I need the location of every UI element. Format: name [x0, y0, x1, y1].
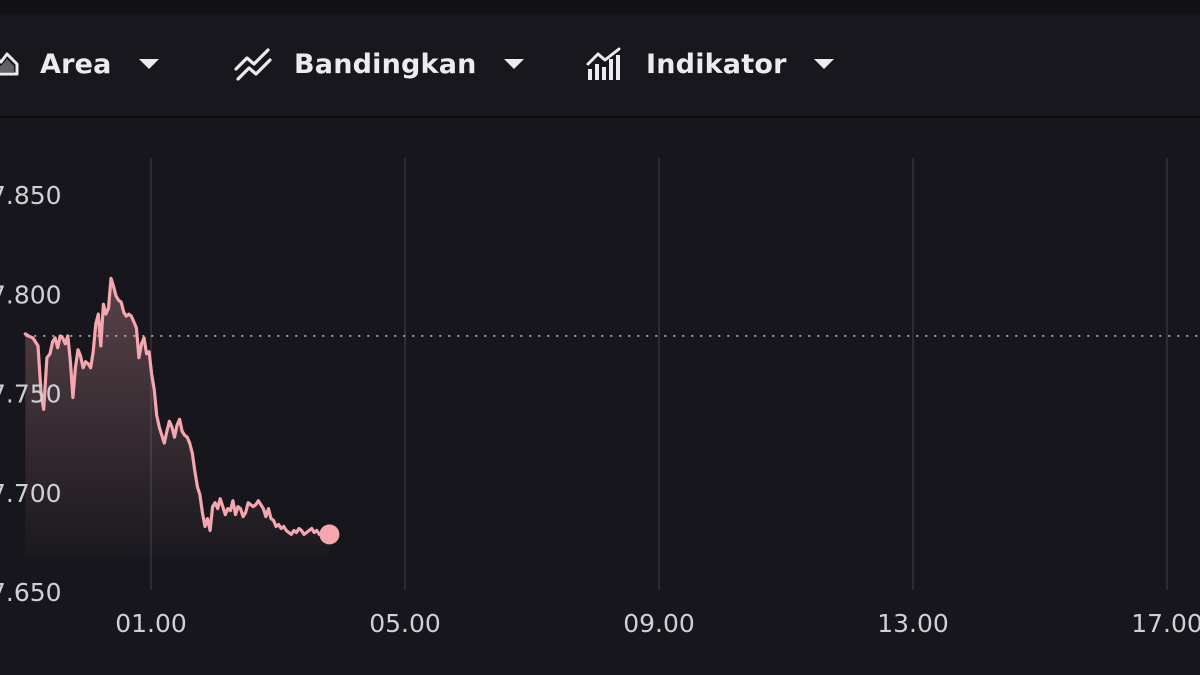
compare-lines-icon [234, 48, 272, 81]
last-point-marker[interactable] [319, 524, 340, 545]
y-tick-label: 7.850 [0, 181, 62, 210]
chart-toolbar: Area Bandingkan Indikator [0, 14, 1200, 118]
x-tick-label: 17.00 [1131, 609, 1200, 638]
indicators-label: Indikator [646, 48, 787, 80]
area-chart-icon [0, 52, 19, 76]
x-tick-label: 05.00 [369, 609, 441, 638]
indicator-bars-icon [586, 47, 621, 80]
y-tick-label: 7.800 [0, 280, 62, 309]
x-tick-label: 13.00 [877, 609, 949, 638]
y-tick-label: 7.750 [0, 380, 62, 409]
x-axis: 01.00 05.00 09.00 13.00 17.00 [115, 609, 1200, 638]
x-tick-label: 09.00 [623, 609, 695, 638]
caret-down-icon [813, 59, 834, 69]
price-area-chart[interactable]: 7.850 7.800 7.750 7.700 7.650 01.00 05.00 09.0… [0, 118, 1200, 675]
compare-label: Bandingkan [294, 48, 477, 80]
caret-down-icon [138, 59, 159, 69]
y-tick-label: 7.650 [0, 578, 62, 607]
indicators-dropdown[interactable]: Indikator [586, 44, 835, 84]
y-tick-label: 7.700 [0, 479, 62, 508]
chart-type-dropdown[interactable]: Area [0, 44, 160, 84]
compare-dropdown[interactable]: Bandingkan [234, 44, 525, 84]
chart-type-label: Area [40, 48, 112, 80]
vertical-gridlines [150, 158, 1168, 590]
caret-down-icon [503, 59, 524, 69]
top-strip [0, 0, 1200, 14]
x-tick-label: 01.00 [115, 609, 187, 638]
series-area-fill [25, 278, 330, 556]
